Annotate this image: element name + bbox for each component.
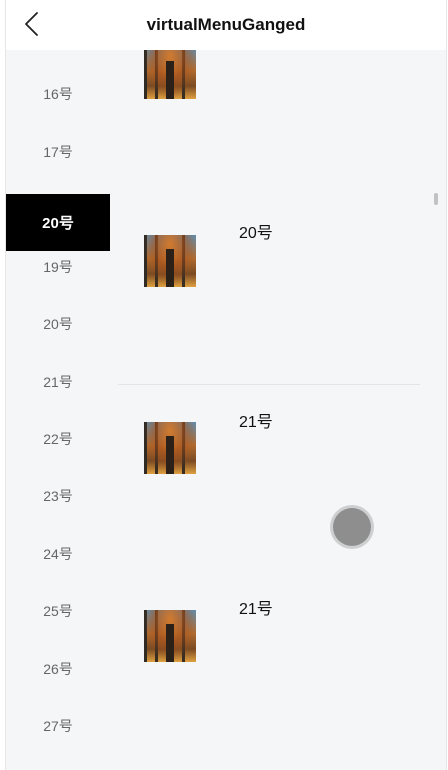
sidebar-item[interactable]: 27号 [6,697,110,754]
section-divider [118,384,420,385]
nav-bar: virtualMenuGanged [6,0,446,50]
item-title: 21号 [239,414,273,431]
sidebar-item[interactable]: 21号 [6,353,110,410]
item-thumbnail[interactable] [144,610,196,662]
floating-touch-button[interactable] [333,508,371,546]
item-title: 21号 [239,601,273,618]
sidebar-item[interactable]: 16号 [6,65,110,122]
page-title: virtualMenuGanged [146,15,306,34]
sidebar-item[interactable]: 20号 [6,295,110,352]
sidebar-menu: 16号 17号 20号 19号 20号 21号 22号 23号 24号 25号 … [6,50,110,770]
item-thumbnail[interactable] [144,422,196,474]
sidebar-item[interactable]: 24号 [6,525,110,582]
sidebar-item[interactable]: 25号 [6,582,110,639]
content-list: 20号 21号 21号 [110,47,446,770]
item-thumbnail[interactable] [144,47,196,99]
app-frame: virtualMenuGanged 16号 17号 20号 19号 20号 21… [5,0,447,770]
sidebar-item[interactable]: 19号 [6,238,110,295]
sidebar-item[interactable]: 26号 [6,640,110,697]
item-title: 20号 [239,225,273,242]
scrollbar-thumb[interactable] [434,193,438,205]
sidebar-item[interactable]: 17号 [6,123,110,180]
sidebar-item[interactable]: 22号 [6,410,110,467]
sidebar-item[interactable]: 23号 [6,467,110,524]
item-thumbnail[interactable] [144,235,196,287]
